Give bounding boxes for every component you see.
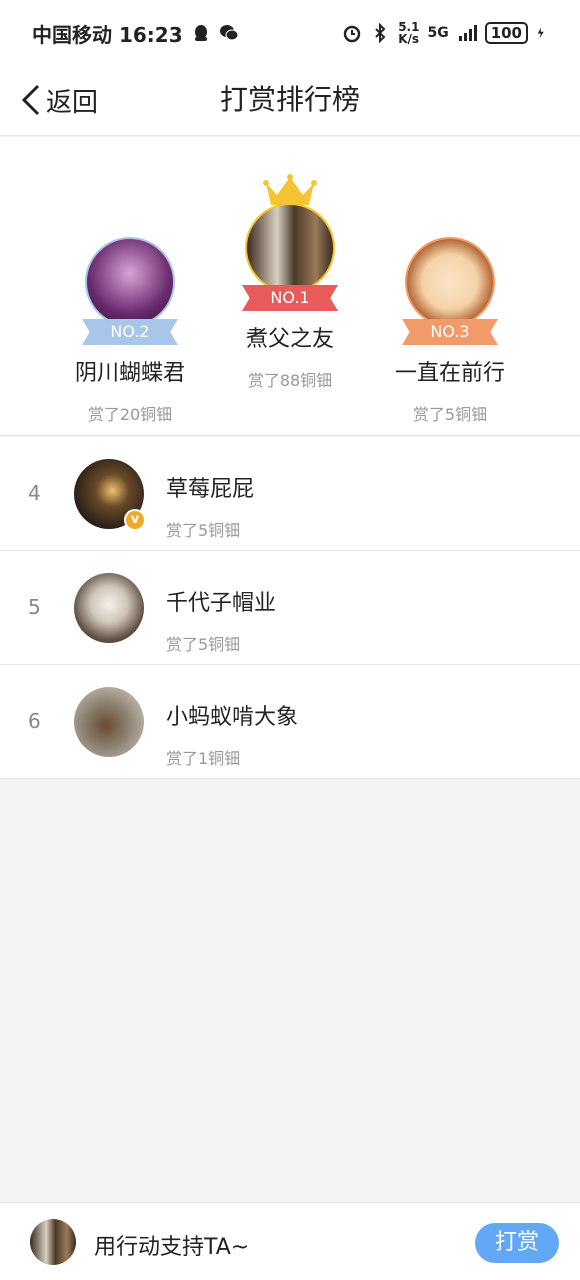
podium-third[interactable]: NO.3 一直在前行 赏了5铜钿	[370, 237, 530, 425]
user-name: 草莓屁屁	[166, 477, 255, 502]
podium-name: 煮父之友	[245, 327, 334, 352]
tip-button[interactable]: 打赏	[475, 1223, 559, 1263]
avatar	[74, 573, 144, 643]
podium-first[interactable]: NO.1 煮父之友 赏了88铜钿	[210, 174, 370, 391]
avatar-wrap: NO.1	[242, 174, 338, 311]
network-type: 5G	[427, 25, 449, 41]
carrier-time: 中国移动 16:23	[32, 22, 183, 47]
nav-header: 返回 打赏排行榜	[0, 66, 580, 136]
rank-ribbon: NO.1	[242, 285, 338, 311]
reward-amount: 赏了1铜钿	[166, 749, 241, 768]
rank-ribbon: NO.3	[402, 319, 498, 345]
charging-icon	[537, 27, 544, 39]
list-item[interactable]: 6 小蚂蚁啃大象 赏了1铜钿	[0, 665, 580, 779]
podium-name: 一直在前行	[394, 361, 505, 386]
avatar	[245, 203, 335, 293]
verified-badge-icon: v	[124, 509, 146, 531]
podium: NO.2 阴川蝴蝶君 赏了20铜钿 NO.1 煮父之友 赏了88铜钿 NO.3 …	[0, 137, 580, 436]
user-name: 千代子帽业	[166, 591, 277, 616]
net-speed-unit: K/s	[398, 32, 420, 46]
rank-number: 4	[28, 481, 41, 505]
avatar	[85, 237, 175, 327]
list-item[interactable]: 5 千代子帽业 赏了5铜钿	[0, 551, 580, 665]
crown-icon	[263, 174, 317, 205]
qq-icon	[194, 25, 207, 41]
avatar	[74, 687, 144, 757]
status-left: 中国移动 16:23	[32, 19, 239, 48]
author-avatar	[30, 1219, 76, 1265]
list-item[interactable]: 4 v 草莓屁屁 赏了5铜钿	[0, 437, 580, 551]
alarm-icon	[343, 25, 361, 43]
avatar-wrap: NO.2	[82, 237, 178, 345]
battery-indicator: 100	[484, 22, 528, 44]
bluetooth-icon	[375, 23, 386, 43]
reward-amount: 赏了5铜钿	[166, 635, 241, 654]
podium-amount: 赏了5铜钿	[412, 405, 488, 424]
podium-second[interactable]: NO.2 阴川蝴蝶君 赏了20铜钿	[50, 237, 210, 425]
bottom-bar: 用行动支持TA~ 打赏	[0, 1202, 580, 1280]
signal-icon	[458, 25, 477, 41]
avatar	[405, 237, 495, 327]
rank-number: 5	[28, 595, 41, 619]
status-bar: 中国移动 16:23 5.1 K/s 5G 100	[0, 0, 580, 66]
podium-amount: 赏了88铜钿	[247, 371, 333, 390]
wechat-icon	[219, 25, 239, 41]
podium-name: 阴川蝴蝶君	[74, 361, 185, 386]
rank-ribbon: NO.2	[82, 319, 178, 345]
reward-amount: 赏了5铜钿	[166, 521, 241, 540]
rank-number: 6	[28, 709, 41, 733]
podium-amount: 赏了20铜钿	[87, 405, 173, 424]
net-speed: 5.1 K/s	[398, 21, 419, 45]
support-prompt: 用行动支持TA~	[94, 1235, 250, 1260]
page-title: 打赏排行榜	[219, 83, 360, 116]
avatar-wrap: NO.3	[402, 237, 498, 345]
user-name: 小蚂蚁啃大象	[166, 705, 299, 730]
ranking-list: 4 v 草莓屁屁 赏了5铜钿 5 千代子帽业 赏了5铜钿 6 小蚂蚁啃大象 赏了…	[0, 437, 580, 779]
status-right: 5.1 K/s 5G 100	[342, 21, 548, 45]
